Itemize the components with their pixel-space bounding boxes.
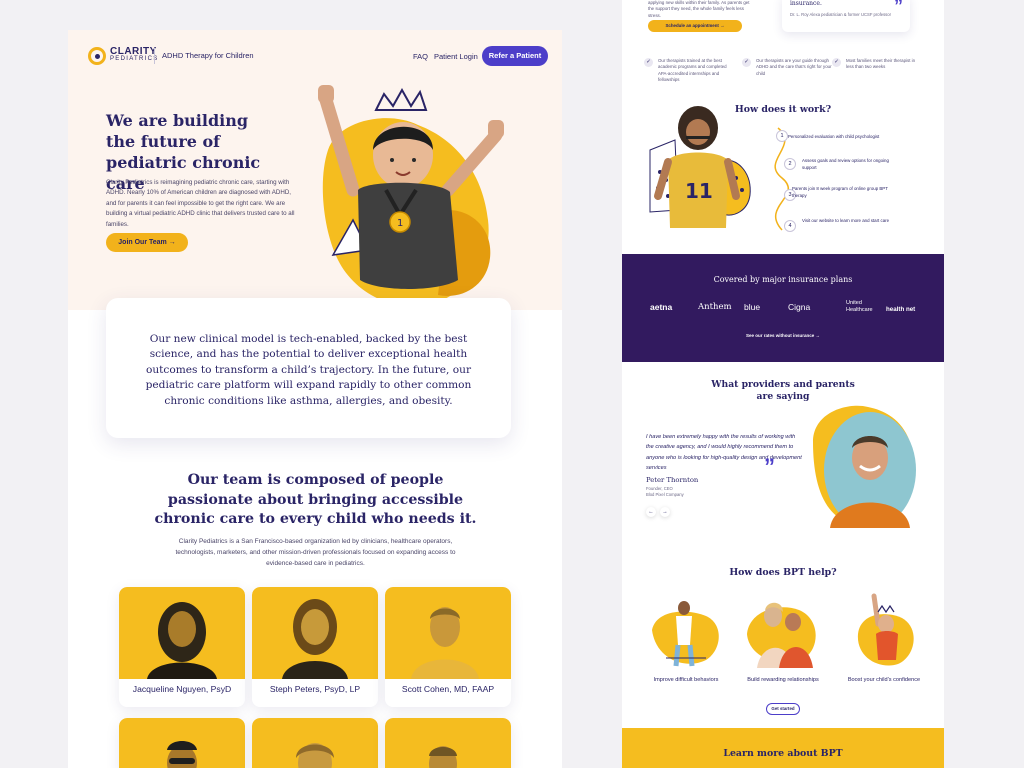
logo-name[interactable]: CLARITY (110, 47, 157, 57)
logo-sub: PEDIATRICS (110, 56, 159, 62)
step-number: 4 (784, 220, 796, 232)
quote-text: insurance. (790, 0, 822, 7)
team-card[interactable] (252, 718, 378, 768)
mission-text: Our new clinical model is tech-enabled, … (145, 333, 472, 407)
quote-marks-icon: ” (894, 0, 903, 16)
boost-confidence-illustration (857, 593, 914, 666)
rates-without-insurance-link[interactable]: See our rates without insurance → (622, 333, 944, 338)
blue-logo: blue (744, 302, 761, 312)
top-nav: CLARITY PEDIATRICS ADHD Therapy for Chil… (88, 46, 548, 68)
team-photo (385, 587, 511, 679)
team-card[interactable] (385, 718, 511, 768)
svg-text:1: 1 (397, 218, 403, 229)
logo-divider (154, 48, 155, 64)
united-healthcare-logo: United Healthcare (846, 300, 873, 313)
team-title: Our team is composed of people passionat… (154, 472, 477, 527)
steps-path-line (774, 127, 789, 231)
anthem-logo: Anthem (698, 302, 732, 312)
get-started-button[interactable]: Get started (766, 703, 800, 715)
svg-text:11: 11 (685, 179, 713, 203)
step-number: 1 (776, 130, 788, 142)
bpt-benefit-label: Improve difficult behaviors (653, 677, 719, 683)
team-card[interactable] (119, 718, 245, 768)
team-card[interactable]: Steph Peters, PsyD, LP (252, 587, 378, 707)
check-icon: ✓ (644, 58, 653, 67)
team-member-name: Scott Cohen, MD, FAAP (401, 684, 495, 694)
next-arrow-button[interactable]: → (660, 507, 670, 517)
health-net-logo: health net (886, 306, 916, 313)
right-page: applying new skills within their family.… (622, 0, 944, 768)
logo-icon[interactable] (88, 47, 106, 65)
schedule-appointment-button[interactable]: Schedule an appointment → (648, 20, 742, 32)
improve-behaviors-illustration (652, 601, 719, 667)
feature-text: Most families meet their therapist in le… (846, 58, 916, 70)
testimonial-quote: I have been extremely happy with the res… (646, 434, 802, 472)
quote-marks-icon: ” (764, 454, 775, 479)
team-body: Clarity Pediatrics is a San Francisco-ba… (175, 538, 456, 567)
feature-text: Our therapists trained at the best acade… (658, 58, 727, 83)
football-child-illustration: 11 (649, 106, 751, 228)
step-text: Personalized evaluation with child psych… (788, 134, 880, 139)
testimonial-photo (813, 405, 916, 528)
left-page: CLARITY PEDIATRICS ADHD Therapy for Chil… (68, 30, 562, 768)
providers-title: What providers and parents are saying (711, 379, 855, 402)
team-member-name: Steph Peters, PsyD, LP (269, 684, 361, 694)
team-member-name: Jacqueline Nguyen, PsyD (132, 684, 232, 694)
join-team-button[interactable]: Join Our Team → (106, 233, 188, 252)
logo-tagline: ADHD Therapy for Children (162, 51, 254, 60)
hero-body: Clarity Pediatrics is reimagining pediat… (106, 179, 295, 228)
learn-more-title: Learn more about BPT (723, 748, 843, 759)
bpt-help-title: How does BPT help? (729, 567, 837, 578)
check-icon: ✓ (832, 58, 841, 67)
testimonial-name: Peter Thornton (646, 476, 699, 484)
mission-card: Our new clinical model is tech-enabled, … (106, 298, 511, 438)
nav-login-link[interactable]: Patient Login (434, 52, 478, 61)
insurance-title: Covered by major insurance plans (713, 275, 853, 284)
check-icon: ✓ (742, 58, 751, 67)
team-photo (119, 587, 245, 679)
team-photo (385, 718, 511, 768)
step-text: Parents join 8 week program of online gr… (792, 186, 888, 198)
team-photo (252, 587, 378, 679)
cigna-logo: Cigna (788, 302, 811, 312)
team-photo (119, 718, 245, 768)
feature-text: Our therapists are your guide through AD… (756, 58, 832, 76)
testimonial-role: Founder, CEO Blod Pixel Company (646, 486, 684, 498)
hero-section: CLARITY PEDIATRICS ADHD Therapy for Chil… (68, 30, 562, 310)
testimonial-company: Blod Pixel Company (646, 491, 684, 497)
step-number: 2 (784, 158, 796, 170)
refer-patient-button[interactable]: Refer a Patient (482, 46, 548, 66)
step-text: Assess goals and review options for ongo… (802, 158, 889, 170)
aetna-logo: aetna (650, 302, 673, 312)
bpt-intro-text: applying new skills within their family.… (648, 0, 750, 18)
insurance-section: Covered by major insurance plans aetna A… (622, 254, 944, 362)
doctor-quote-card: insurance. Dr. L. Roy Alexa pediatrician… (782, 0, 910, 32)
team-card[interactable]: Scott Cohen, MD, FAAP (385, 587, 511, 707)
nav-faq-link[interactable]: FAQ (413, 52, 428, 61)
bpt-benefit-label: Build rewarding relationships (747, 677, 819, 683)
quote-author: Dr. L. Roy Alexa pediatrician & former U… (790, 12, 892, 17)
build-relationships-illustration (747, 602, 816, 668)
bpt-benefit-label: Boost your child’s confidence (847, 677, 921, 683)
hero-child-illustration: 1 (318, 85, 504, 307)
team-card[interactable]: Jacqueline Nguyen, PsyD (119, 587, 245, 707)
learn-more-section: Learn more about BPT (622, 728, 944, 768)
step-text: Visit our website to learn more and star… (802, 218, 890, 223)
team-photo (252, 718, 378, 768)
prev-arrow-button[interactable]: ← (646, 507, 656, 517)
